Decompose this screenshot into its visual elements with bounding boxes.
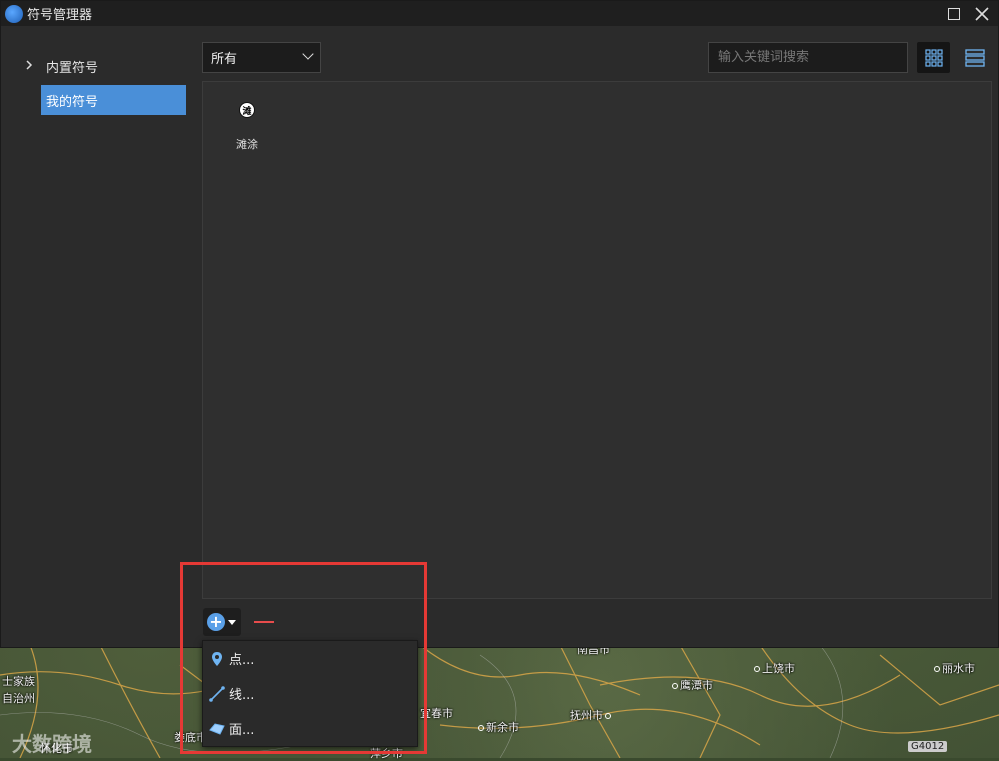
sidebar-item-label: 内置符号 [46,60,99,76]
sidebar-item-builtin-symbols[interactable]: 内置符号 [41,51,186,81]
add-symbol-button[interactable]: + [203,608,241,636]
caret-down-icon [228,619,236,625]
menu-item-line[interactable]: 线... [203,676,417,711]
watermark: 大数跨境 [12,732,92,756]
chevron-down-icon [302,48,314,60]
close-icon [975,6,989,21]
remove-symbol-button[interactable] [254,613,276,631]
title-bar[interactable]: 符号管理器 [1,1,998,26]
search-input[interactable] [708,42,908,73]
grid-view-icon [924,48,943,67]
sidebar-item-my-symbols[interactable]: 我的符号 [41,85,186,115]
list-view-button[interactable] [958,42,991,73]
point-marker-icon [209,651,225,667]
maximize-icon [948,7,960,20]
menu-item-polygon[interactable]: 面... [203,711,417,746]
minus-icon [254,621,274,623]
menu-item-label: 线... [229,688,255,703]
sidebar: 内置符号 我的符号 [1,26,196,646]
close-button[interactable] [970,2,994,26]
sidebar-item-label: 我的符号 [46,94,99,110]
app-logo-icon [5,4,23,23]
map-roads [0,645,999,758]
list-view-icon [964,48,985,67]
symbol-manager-dialog: 符号管理器 内置符号 我的符号 所有 输入关键词搜索 滩 滩涂 + [0,0,999,648]
plus-circle-icon: + [207,613,225,631]
symbol-glyph-icon: 滩 [239,102,255,118]
city-label: 上饶市 [754,660,795,676]
category-filter-select[interactable]: 所有 [202,42,321,73]
road-shield: G4012 [908,741,948,752]
add-symbol-menu: 点... 线... 面... [202,640,418,747]
city-label: 新余市 [478,719,519,735]
chevron-right-icon[interactable] [25,59,33,74]
symbol-label: 滩涂 [236,138,258,151]
filter-value: 所有 [211,52,238,67]
menu-item-label: 面... [229,723,255,738]
polygon-icon [209,721,225,737]
city-label: 自治州 [2,692,35,705]
city-label: 丽水市 [934,660,975,676]
city-label: 士家族 [2,675,35,688]
city-label: 萍乡市 [370,747,403,760]
line-icon [209,685,225,702]
symbol-list-panel: 滩 滩涂 [202,81,992,599]
maximize-button[interactable] [942,2,966,26]
city-label: 鹰潭市 [672,677,713,693]
window-title: 符号管理器 [27,8,93,23]
symbol-item[interactable]: 滩 滩涂 [223,102,271,152]
city-label: 宜春市 [420,707,453,720]
menu-item-label: 点... [229,653,255,668]
menu-item-point[interactable]: 点... [203,641,417,676]
city-label: 抚州市 [570,707,613,723]
grid-view-button[interactable] [917,42,950,73]
